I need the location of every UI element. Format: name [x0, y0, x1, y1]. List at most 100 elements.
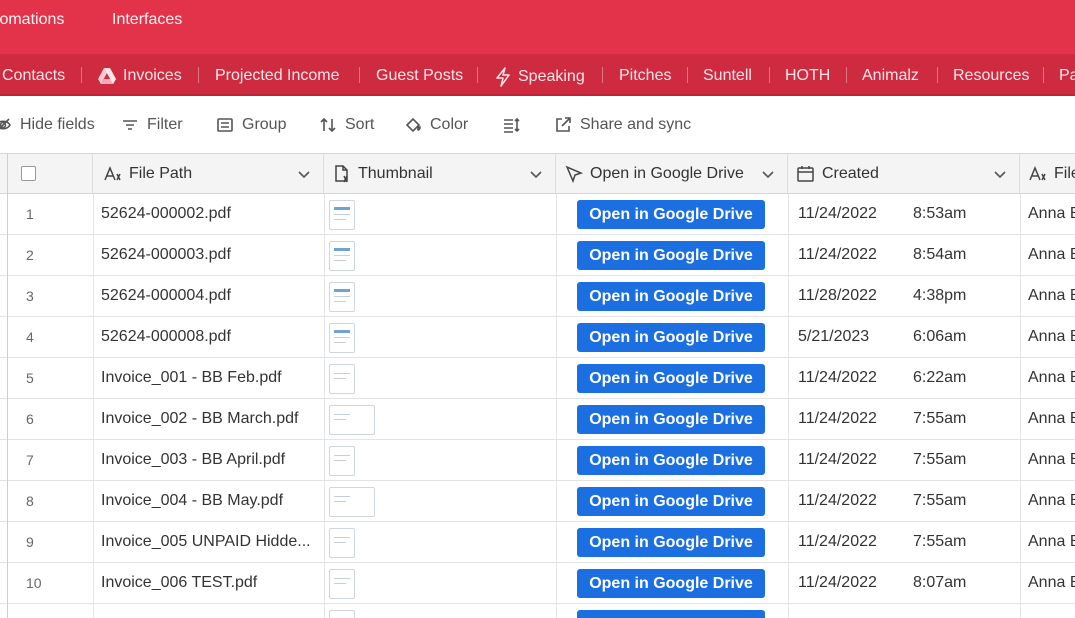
created-time-cell[interactable]: 8:53am	[913, 194, 966, 234]
thumbnail-attachment[interactable]	[329, 282, 355, 312]
tab-projected-income[interactable]: Projected Income	[215, 67, 340, 85]
open-in-google-drive-button[interactable]: Open in Google Drive	[577, 282, 765, 311]
table-row[interactable]: 5 Invoice_001 - BB Feb.pdf Open in Google …	[0, 358, 1075, 399]
chevron-down-icon[interactable]	[529, 167, 543, 181]
table-row[interactable]: 6 Invoice_002 - BB March.pdf Open in Googl…	[0, 399, 1075, 440]
file-owner-cell[interactable]: Anna B	[1028, 194, 1075, 234]
created-time-cell[interactable]: 6:06am	[913, 317, 966, 357]
open-in-google-drive-button[interactable]: Open in Google Drive	[577, 528, 765, 557]
thumbnail-attachment[interactable]	[329, 569, 355, 599]
created-time-cell[interactable]: 7:55am	[913, 440, 966, 480]
created-date-cell[interactable]: 11/24/2022	[798, 481, 877, 521]
open-in-google-drive-button[interactable]: Open in Google Drive	[577, 487, 765, 516]
open-in-google-drive-button[interactable]	[577, 610, 765, 618]
thumbnail-attachment[interactable]	[329, 241, 355, 271]
file-path-cell[interactable]: Invoice_005 UNPAID Hidde...	[101, 522, 323, 562]
open-in-google-drive-button[interactable]: Open in Google Drive	[577, 405, 765, 434]
nav-automations[interactable]: tomations	[0, 11, 64, 29]
sort-button[interactable]: Sort	[319, 116, 374, 134]
tab-invoices[interactable]: Invoices	[97, 67, 182, 85]
thumbnail-attachment[interactable]	[329, 200, 355, 230]
tab-pitches[interactable]: Pitches	[619, 67, 671, 85]
tab-contacts[interactable]: Contacts	[2, 67, 65, 85]
column-header-file-path[interactable]: File Path	[93, 154, 324, 194]
thumbnail-attachment[interactable]	[329, 446, 355, 476]
table-row[interactable]: 1 52624-000002.pdf Open in Google Drive 11/…	[0, 194, 1075, 235]
file-owner-cell[interactable]: Anna B	[1028, 317, 1075, 357]
chevron-down-icon[interactable]	[761, 167, 775, 181]
created-date-cell[interactable]: 11/24/2022	[798, 522, 877, 562]
tab-pa[interactable]: Pa	[1059, 67, 1075, 85]
file-path-cell[interactable]: 52624-000004.pdf	[101, 276, 323, 316]
thumbnail-attachment[interactable]	[329, 405, 375, 435]
group-button[interactable]: Group	[216, 116, 286, 134]
open-in-google-drive-button[interactable]: Open in Google Drive	[577, 569, 765, 598]
created-time-cell[interactable]: 8:54am	[913, 235, 966, 275]
table-row[interactable]: 10 Invoice_006 TEST.pdf Open in Google Dri…	[0, 563, 1075, 604]
open-in-google-drive-button[interactable]: Open in Google Drive	[577, 446, 765, 475]
file-owner-cell[interactable]: Anna B	[1028, 563, 1075, 603]
file-owner-cell[interactable]: Anna B	[1028, 522, 1075, 562]
file-owner-cell[interactable]: Anna B	[1028, 235, 1075, 275]
table-row[interactable]: 8 Invoice_004 - BB May.pdf Open in Google …	[0, 481, 1075, 522]
file-owner-cell[interactable]: Anna B	[1028, 440, 1075, 480]
file-owner-cell[interactable]: Anna B	[1028, 358, 1075, 398]
nav-interfaces[interactable]: Interfaces	[112, 11, 182, 29]
tab-guest-posts[interactable]: Guest Posts	[376, 67, 463, 85]
tab-resources[interactable]: Resources	[953, 67, 1029, 85]
file-path-cell[interactable]: 52624-000008.pdf	[101, 317, 323, 357]
open-in-google-drive-button[interactable]: Open in Google Drive	[577, 323, 765, 352]
table-row[interactable]: 2 52624-000003.pdf Open in Google Drive 11/…	[0, 235, 1075, 276]
thumbnail-attachment[interactable]	[329, 364, 355, 394]
chevron-down-icon[interactable]	[297, 167, 311, 181]
file-path-cell[interactable]: 52624-000002.pdf	[101, 194, 323, 234]
created-time-cell[interactable]: 6:22am	[913, 358, 966, 398]
file-path-cell[interactable]: Invoice_002 - BB March.pdf	[101, 399, 323, 439]
column-header-thumbnail[interactable]: Thumbnail	[324, 154, 556, 194]
tab-hoth[interactable]: HOTH	[785, 67, 830, 85]
created-date-cell[interactable]: 11/24/2022	[798, 194, 877, 234]
hide-fields-button[interactable]: Hide fields	[0, 116, 95, 134]
created-date-cell[interactable]: 11/24/2022	[798, 399, 877, 439]
table-row[interactable]: 4 52624-000008.pdf Open in Google Drive 5/2…	[0, 317, 1075, 358]
created-time-cell[interactable]: 8:07am	[913, 563, 966, 603]
tab-speaking[interactable]: Speaking	[494, 67, 585, 87]
table-row[interactable]: 9 Invoice_005 UNPAID Hidde... Open in Goog…	[0, 522, 1075, 563]
tab-suntell[interactable]: Suntell	[703, 67, 752, 85]
file-owner-cell[interactable]: Anna B	[1028, 481, 1075, 521]
file-path-cell[interactable]: Invoice_001 - BB Feb.pdf	[101, 358, 323, 398]
file-owner-cell[interactable]: Anna B	[1028, 399, 1075, 439]
created-date-cell[interactable]: 11/24/2022	[798, 358, 877, 398]
created-time-cell[interactable]: 7:55am	[913, 481, 966, 521]
thumbnail-attachment[interactable]	[329, 323, 355, 353]
created-date-cell[interactable]: 11/24/2022	[798, 440, 877, 480]
created-time-cell[interactable]: 7:55am	[913, 522, 966, 562]
column-header-open-in-google-drive[interactable]: Open in Google Drive	[556, 154, 788, 194]
file-path-cell[interactable]: 52624-000003.pdf	[101, 235, 323, 275]
row-height-button[interactable]	[502, 116, 520, 134]
created-time-cell[interactable]: 4:38pm	[913, 276, 966, 316]
open-in-google-drive-button[interactable]: Open in Google Drive	[577, 200, 765, 229]
created-date-cell[interactable]: 11/28/2022	[798, 276, 877, 316]
chevron-down-icon[interactable]	[993, 167, 1007, 181]
share-and-sync-button[interactable]: Share and sync	[554, 116, 691, 134]
created-date-cell[interactable]: 11/24/2022	[798, 235, 877, 275]
thumbnail-attachment[interactable]	[329, 528, 355, 558]
tab-animalz[interactable]: Animalz	[862, 67, 919, 85]
color-button[interactable]: Color	[404, 116, 468, 134]
filter-button[interactable]: Filter	[121, 116, 183, 134]
table-row[interactable]: 7 Invoice_003 - BB April.pdf Open in Googl…	[0, 440, 1075, 481]
file-path-cell[interactable]: Invoice_003 - BB April.pdf	[101, 440, 323, 480]
open-in-google-drive-button[interactable]: Open in Google Drive	[577, 364, 765, 393]
column-header-created[interactable]: Created	[788, 154, 1020, 194]
table-row[interactable]: 3 52624-000004.pdf Open in Google Drive 11/…	[0, 276, 1075, 317]
file-owner-cell[interactable]: Anna B	[1028, 276, 1075, 316]
open-in-google-drive-button[interactable]: Open in Google Drive	[577, 241, 765, 270]
created-time-cell[interactable]: 7:55am	[913, 399, 966, 439]
created-date-cell[interactable]: 5/21/2023	[798, 317, 869, 357]
thumbnail-attachment[interactable]	[329, 610, 355, 618]
table-row[interactable]	[0, 604, 1075, 618]
thumbnail-attachment[interactable]	[329, 487, 375, 517]
column-header-file-owner[interactable]: File	[1020, 154, 1075, 194]
created-date-cell[interactable]: 11/24/2022	[798, 563, 877, 603]
